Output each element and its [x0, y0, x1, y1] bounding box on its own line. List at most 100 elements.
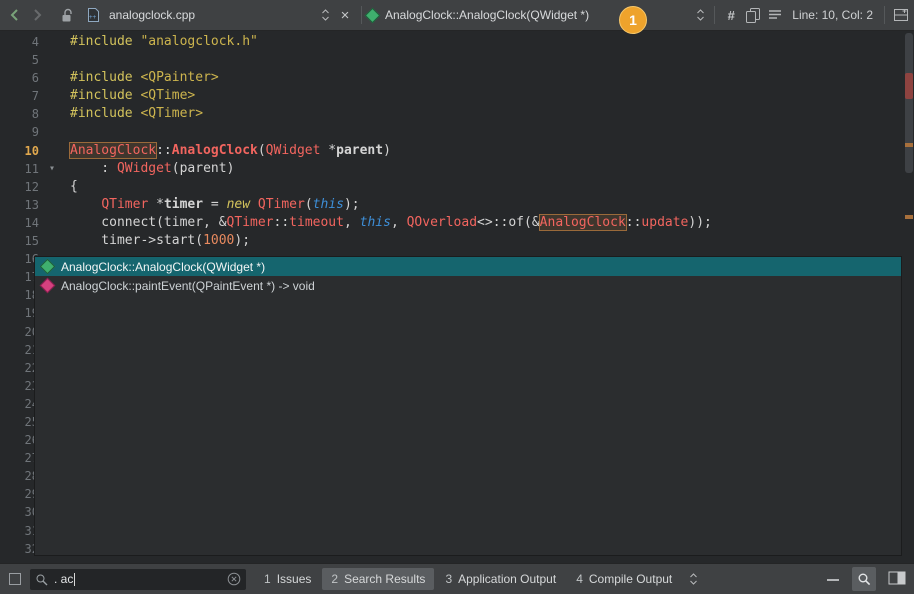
text-caret	[74, 573, 75, 586]
copy-button[interactable]	[742, 4, 764, 26]
cursor-position: Line: 10, Col: 2	[792, 8, 873, 22]
output-pane-menu-button[interactable]	[682, 568, 704, 590]
pane-label: Issues	[277, 572, 312, 586]
pane-number: 1	[264, 572, 271, 586]
line-number[interactable]: 7	[0, 87, 44, 105]
code-line-9[interactable]: 9	[0, 123, 914, 141]
method-icon	[365, 7, 381, 23]
code-text: QTimer *timer = new QTimer(this);	[60, 196, 360, 214]
occurrence-marker	[905, 215, 913, 219]
close-document-button[interactable]: ×	[334, 4, 356, 26]
output-pane-compile-output[interactable]: 4Compile Output	[567, 568, 681, 590]
fold-column	[44, 69, 60, 87]
chevron-up-down-icon[interactable]	[696, 8, 709, 22]
output-pane-issues[interactable]: 1 Issues	[255, 568, 320, 590]
editor-scrollbar[interactable]	[904, 31, 914, 564]
line-number[interactable]: 13	[0, 196, 44, 214]
clear-locator-button[interactable]	[227, 572, 241, 586]
code-line-8[interactable]: 8 #include <QTimer>	[0, 105, 914, 123]
locator-input[interactable]: . ac	[30, 569, 246, 590]
code-line-15[interactable]: 15 timer->start(1000);	[0, 232, 914, 250]
scrollbar-annotation-marker	[905, 73, 913, 99]
fold-column	[44, 196, 60, 214]
code-text: #include "analogclock.h"	[60, 33, 258, 51]
line-number[interactable]: 4	[0, 33, 44, 51]
locator-result-item[interactable]: AnalogClock::AnalogClock(QWidget *)	[35, 257, 901, 276]
locator-results-popup: AnalogClock::AnalogClock(QWidget *)Analo…	[34, 256, 902, 556]
toolbar-separator	[714, 6, 715, 24]
search-pane-button[interactable]	[852, 567, 876, 591]
circle-x-icon	[227, 572, 241, 586]
code-line-12[interactable]: 12 {	[0, 178, 914, 196]
callout-badge-1: 1	[619, 6, 647, 34]
toolbar-separator	[884, 6, 885, 24]
code-text: connect(timer, &QTimer::timeout, this, Q…	[60, 214, 712, 232]
code-line-6[interactable]: 6#include <QPainter>	[0, 69, 914, 87]
output-pane-application-output[interactable]: 3Application Output	[436, 568, 565, 590]
split-editor-button[interactable]	[890, 4, 912, 26]
forward-button[interactable]	[26, 4, 48, 26]
unlock-icon	[60, 8, 74, 23]
toggle-right-sidebar-button[interactable]	[888, 571, 906, 588]
lock-button[interactable]	[56, 4, 78, 26]
line-number[interactable]: 14	[0, 214, 44, 232]
code-line-13[interactable]: 13 QTimer *timer = new QTimer(this);	[0, 196, 914, 214]
split-pane-icon	[888, 571, 906, 585]
line-number[interactable]: 11	[0, 160, 44, 178]
code-line-5[interactable]: 5	[0, 51, 914, 69]
code-text: timer->start(1000);	[60, 232, 250, 250]
line-number[interactable]: 5	[0, 51, 44, 69]
fold-column	[44, 33, 60, 51]
minimize-pane-button[interactable]	[826, 572, 840, 586]
qt-creator-window: ++ analogclock.cpp × AnalogClock::Analog…	[0, 0, 914, 594]
output-pane-search-results[interactable]: 2Search Results	[322, 568, 434, 590]
code-text: : QWidget(parent)	[60, 160, 234, 178]
scrollbar-handle[interactable]	[905, 33, 913, 173]
line-number[interactable]: 12	[0, 178, 44, 196]
result-label: AnalogClock::AnalogClock(QWidget *)	[61, 260, 265, 274]
copy-icon	[745, 7, 761, 23]
fold-column	[44, 214, 60, 232]
locator-result-item[interactable]: AnalogClock::paintEvent(QPaintEvent *) -…	[35, 276, 901, 295]
code-line-4[interactable]: 4 #include "analogclock.h"	[0, 33, 914, 51]
annotations-button[interactable]	[764, 4, 786, 26]
square-outline-icon	[8, 572, 22, 586]
pane-number: 4	[576, 572, 583, 586]
search-icon	[857, 572, 871, 586]
minus-icon	[826, 577, 840, 583]
protected-method-icon	[40, 278, 56, 294]
code-line-7[interactable]: 7 #include <QTime>	[0, 87, 914, 105]
progress-indicator-button[interactable]	[8, 572, 22, 586]
line-number[interactable]: 15	[0, 232, 44, 250]
locator-results-list: AnalogClock::AnalogClock(QWidget *)Analo…	[35, 257, 901, 295]
back-button[interactable]	[4, 4, 26, 26]
code-text	[60, 51, 70, 69]
pane-number: 3	[445, 572, 452, 586]
output-pane-buttons: 1 Issues 2Search Results3Application Outpu…	[254, 568, 682, 590]
toolbar-separator	[361, 6, 362, 24]
line-number[interactable]: 10	[0, 142, 44, 160]
statusbar-right-icons	[826, 567, 906, 591]
chevron-up-down-icon	[689, 572, 698, 586]
line-number[interactable]: 6	[0, 69, 44, 87]
code-text: #include <QTimer>	[60, 105, 203, 123]
code-line-10[interactable]: 10AnalogClock::AnalogClock(QWidget *pare…	[0, 142, 914, 160]
fold-column	[44, 105, 60, 123]
fold-marker-icon[interactable]: ▾	[44, 160, 60, 178]
hash-annotations-button[interactable]: #	[720, 4, 742, 26]
chevron-up-down-icon[interactable]	[321, 8, 334, 22]
fold-column	[44, 232, 60, 250]
code-text	[60, 123, 70, 141]
fold-column	[44, 123, 60, 141]
line-number[interactable]: 8	[0, 105, 44, 123]
split-editor-icon	[893, 7, 909, 23]
symbol-dropdown[interactable]: AnalogClock::AnalogClock(QWidget *)	[367, 3, 709, 27]
code-text: {	[60, 178, 78, 196]
text-lines-icon	[767, 7, 783, 23]
pane-label: Search Results	[344, 572, 425, 586]
code-line-14[interactable]: 14 connect(timer, &QTimer::timeout, this…	[0, 214, 914, 232]
line-number[interactable]: 9	[0, 123, 44, 141]
code-text: #include <QTime>	[60, 87, 195, 105]
code-line-11[interactable]: 11▾ : QWidget(parent)	[0, 160, 914, 178]
open-document-dropdown[interactable]: ++ analogclock.cpp	[86, 3, 334, 27]
